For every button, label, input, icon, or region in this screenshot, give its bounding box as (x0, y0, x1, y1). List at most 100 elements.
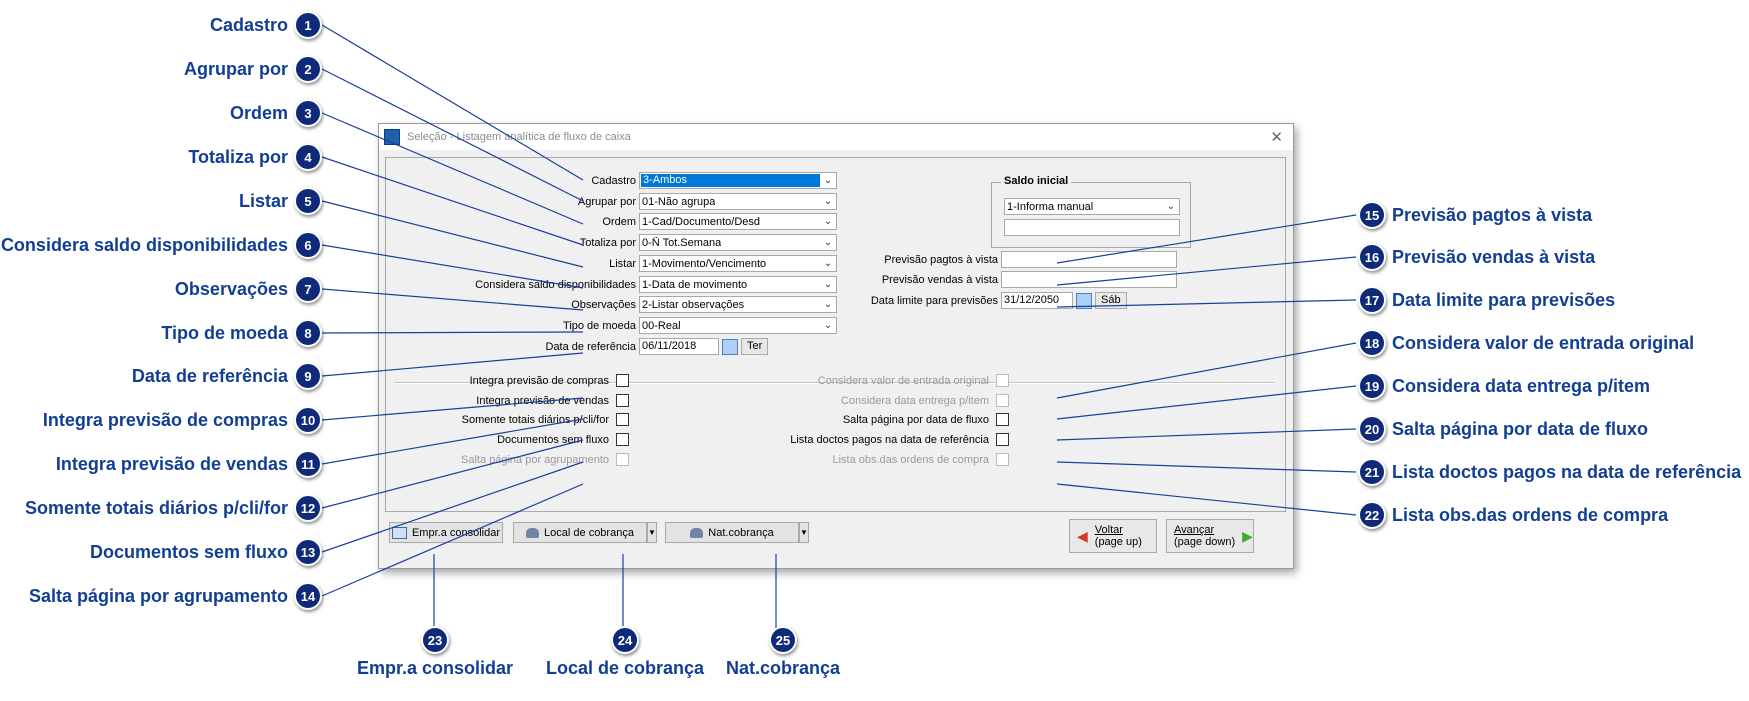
callout-21: 21 Lista doctos pagos na data de referênc… (1358, 458, 1741, 486)
observacoes-select[interactable]: 2-Listar observações ⌄ (639, 296, 837, 313)
callout-badge: 24 (611, 626, 639, 654)
check-integra-compras[interactable]: Integra previsão de compras (386, 371, 629, 390)
prev-vendas-input[interactable] (1001, 271, 1177, 288)
chevron-down-icon: ⌄ (823, 299, 833, 310)
row-prev-pagtos: Previsão pagtos à vista (836, 250, 1177, 269)
avancar-button[interactable]: Avançar (page down) ▶ (1166, 519, 1254, 553)
grid-icon (391, 526, 407, 539)
callout-17: 17 Data limite para previsões (1358, 286, 1615, 314)
callout-badge: 13 (294, 538, 322, 566)
calendar-icon[interactable] (722, 338, 738, 355)
checkbox[interactable] (996, 413, 1009, 426)
close-icon[interactable]: ✕ (1270, 128, 1283, 146)
local-cobranca-dropdown[interactable]: ▼ (647, 522, 657, 543)
callout-label: Listar (238, 190, 288, 211)
agrupar-por-select[interactable]: 01-Não agrupa ⌄ (639, 193, 837, 210)
check-label: Lista obs.das ordens de compra (832, 453, 989, 466)
saldo-inicial-group: Saldo inicial 1-Informa manual ⌄ (991, 175, 1191, 248)
arrow-right-icon: ▶ (1242, 528, 1253, 544)
checkbox[interactable] (616, 433, 629, 446)
row-totaliza-por: Totaliza por 0-Ñ Tot.Semana ⌄ (386, 233, 837, 252)
callout-15: 15 Previsão pagtos à vista (1358, 201, 1592, 229)
callout-badge: 25 (769, 626, 797, 654)
label-tipo-moeda: Tipo de moeda (563, 319, 636, 332)
data-referencia-input[interactable]: 06/11/2018 (639, 338, 719, 355)
callout-badge: 4 (294, 143, 322, 171)
callout-badge: 1 (294, 11, 322, 39)
chevron-down-icon: ⌄ (823, 279, 833, 290)
data-limite-weekday: Sáb (1095, 292, 1127, 309)
callout-10: 10 Integra previsão de compras (43, 406, 322, 434)
callout-label: Salta página por agrupamento (28, 585, 288, 606)
considera-saldo-select[interactable]: 1-Data de movimento ⌄ (639, 276, 837, 293)
callout-badge: 19 (1358, 372, 1386, 400)
local-cobranca-button[interactable]: Local de cobrança (513, 522, 647, 543)
checkbox[interactable] (616, 374, 629, 387)
check-doctos-pagos[interactable]: Lista doctos pagos na data de referência (786, 430, 1009, 449)
checkbox[interactable] (616, 394, 629, 407)
empr-consolidar-button[interactable]: Empr.a consolidar (389, 522, 503, 543)
saldo-inicial-select[interactable]: 1-Informa manual ⌄ (1004, 198, 1180, 215)
callout-badge: 2 (294, 55, 322, 83)
checkbox[interactable] (616, 413, 629, 426)
caret-down-icon: ▼ (648, 528, 656, 537)
callout-label: Considera data entrega p/item (1392, 375, 1651, 396)
checkbox (996, 374, 1009, 387)
totaliza-por-select[interactable]: 0-Ñ Tot.Semana ⌄ (639, 234, 837, 251)
check-label: Documentos sem fluxo (497, 433, 609, 446)
ordem-select[interactable]: 1-Cad/Documento/Desd ⌄ (639, 213, 837, 230)
callout-badge: 21 (1358, 458, 1386, 486)
row-data-limite: Data limite para previsões 31/12/2050 Sá… (836, 291, 1127, 310)
check-label: Integra previsão de vendas (476, 394, 609, 407)
label-data-limite: Data limite para previsões (870, 294, 998, 307)
callout-label: Observações (174, 278, 288, 299)
check-documentos-sem-fluxo[interactable]: Documentos sem fluxo (386, 430, 629, 449)
database-icon (526, 527, 540, 538)
options-panel: Cadastro 3-Ambos ⌄ Agrupar por 01-Não agr… (385, 157, 1286, 512)
caret-down-icon: ▼ (800, 528, 808, 537)
app-icon (384, 129, 400, 145)
label-listar: Listar (609, 257, 636, 270)
callout-badge: 17 (1358, 286, 1386, 314)
check-label: Somente totais diários p/cli/for (461, 413, 609, 426)
callout-label: Previsão vendas à vista (1392, 246, 1596, 267)
checkbox[interactable] (996, 433, 1009, 446)
checkbox (996, 394, 1009, 407)
chevron-down-icon: ⌄ (1166, 201, 1176, 212)
database-icon (690, 527, 704, 538)
check-integra-vendas[interactable]: Integra previsão de vendas (386, 391, 629, 410)
voltar-button[interactable]: ◀ Voltar (page up) (1069, 519, 1157, 553)
callout-badge: 14 (294, 582, 322, 610)
nat-cobranca-button[interactable]: Nat.cobrança (665, 522, 799, 543)
prev-pagtos-input[interactable] (1001, 251, 1177, 268)
check-label: Considera data entrega p/item (841, 394, 989, 407)
data-limite-input[interactable]: 31/12/2050 (1001, 292, 1073, 309)
label-prev-pagtos: Previsão pagtos à vista (884, 253, 998, 266)
check-label: Considera valor de entrada original (817, 374, 989, 387)
check-salta-data-fluxo[interactable]: Salta página por data de fluxo (786, 410, 1009, 429)
callout-23: 23 Empr.a consolidar (345, 626, 525, 679)
cadastro-select[interactable]: 3-Ambos ⌄ (639, 172, 837, 189)
arrow-left-icon: ◀ (1077, 528, 1088, 544)
callout-8: 8 Tipo de moeda (161, 319, 322, 347)
check-somente-totais[interactable]: Somente totais diários p/cli/for (386, 410, 629, 429)
saldo-inicial-amount-input[interactable] (1004, 219, 1180, 236)
callout-badge: 8 (294, 319, 322, 347)
callout-label: Cadastro (209, 14, 288, 35)
callout-20: 20 Salta página por data de fluxo (1358, 415, 1648, 443)
check-label: Integra previsão de compras (469, 374, 609, 387)
check-obs-ordens-compra: Lista obs.das ordens de compra (786, 450, 1009, 469)
listar-select[interactable]: 1-Movimento/Vencimento ⌄ (639, 255, 837, 272)
callout-label: Considera saldo disponibilidades (0, 234, 288, 255)
nat-cobranca-dropdown[interactable]: ▼ (799, 522, 809, 543)
callout-16: 16 Previsão vendas à vista (1358, 243, 1595, 271)
callout-25: 25 Nat.cobrança (713, 626, 853, 679)
selection-dialog: Seleção - Listagem analítica de fluxo de… (378, 123, 1294, 569)
calendar-icon[interactable] (1076, 292, 1092, 309)
label-agrupar-por: Agrupar por (577, 195, 636, 208)
callout-1: 1 Cadastro (210, 11, 322, 39)
callout-badge: 12 (294, 494, 322, 522)
saldo-inicial-title: Saldo inicial (1001, 175, 1072, 187)
row-prev-vendas: Previsão vendas à vista (836, 270, 1177, 289)
tipo-moeda-select[interactable]: 00-Real ⌄ (639, 317, 837, 334)
